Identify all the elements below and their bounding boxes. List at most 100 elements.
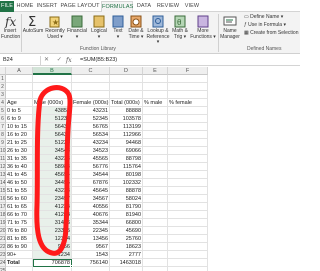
table-cell[interactable]: 43852: [33, 107, 72, 115]
table-cell[interactable]: Total: [6, 259, 33, 267]
table-cell[interactable]: 0 to 5: [6, 107, 33, 115]
table-cell[interactable]: % male: [143, 99, 168, 107]
table-cell[interactable]: [143, 179, 168, 187]
create-from-selection-button[interactable]: ▦ Create from Selection: [244, 30, 298, 37]
tab-view[interactable]: VIEW: [183, 1, 201, 12]
column-header-c[interactable]: C: [72, 67, 110, 75]
table-cell[interactable]: 80198: [110, 171, 143, 179]
table-cell[interactable]: 46 to 50: [6, 179, 33, 187]
table-cell[interactable]: [168, 155, 208, 163]
table-cell[interactable]: 69066: [110, 147, 143, 155]
table-cell[interactable]: 9056: [33, 243, 72, 251]
tab-data[interactable]: DATA: [135, 1, 153, 12]
table-cell[interactable]: Age: [6, 99, 33, 107]
insert-function-button[interactable]: fx Insert Function: [1, 14, 20, 40]
table-cell[interactable]: 35344: [72, 219, 110, 227]
fx-icon[interactable]: fx: [66, 56, 72, 65]
table-cell[interactable]: [72, 75, 110, 83]
table-cell[interactable]: [168, 259, 208, 267]
table-cell[interactable]: 56 to 60: [6, 195, 33, 203]
active-cell[interactable]: 706878: [33, 259, 72, 267]
table-cell[interactable]: [143, 187, 168, 195]
table-cell[interactable]: [143, 243, 168, 251]
table-cell[interactable]: 94468: [110, 139, 143, 147]
table-cell[interactable]: 45654: [33, 171, 72, 179]
table-cell[interactable]: [143, 115, 168, 123]
table-cell[interactable]: [72, 83, 110, 91]
table-cell[interactable]: [168, 147, 208, 155]
table-cell[interactable]: 23345: [33, 227, 72, 235]
table-cell[interactable]: [33, 75, 72, 83]
table-cell[interactable]: [143, 75, 168, 83]
table-cell[interactable]: 41 to 45: [6, 171, 33, 179]
recently-used-button[interactable]: ★ Recently Used ▾: [45, 14, 65, 40]
table-cell[interactable]: 40556: [72, 203, 110, 211]
table-cell[interactable]: [6, 75, 33, 83]
table-cell[interactable]: [143, 203, 168, 211]
table-cell[interactable]: [143, 171, 168, 179]
column-header-e[interactable]: E: [143, 67, 168, 75]
table-cell[interactable]: 52345: [72, 115, 110, 123]
table-cell[interactable]: 41264: [33, 211, 72, 219]
table-cell[interactable]: [143, 155, 168, 163]
table-cell[interactable]: [168, 91, 208, 99]
table-cell[interactable]: 56432: [33, 131, 72, 139]
table-cell[interactable]: 34456: [33, 179, 72, 187]
table-cell[interactable]: 34544: [72, 171, 110, 179]
table-cell[interactable]: 1543: [72, 251, 110, 259]
table-cell[interactable]: 81940: [110, 211, 143, 219]
table-cell[interactable]: 112966: [110, 131, 143, 139]
table-cell[interactable]: 23457: [33, 195, 72, 203]
table-cell[interactable]: 66 to 70: [6, 211, 33, 219]
table-cell[interactable]: [168, 251, 208, 259]
table-cell[interactable]: [110, 267, 143, 271]
table-cell[interactable]: [168, 139, 208, 147]
table-cell[interactable]: 56434: [33, 123, 72, 131]
table-cell[interactable]: 10 to 15: [6, 123, 33, 131]
fill-handle[interactable]: [70, 265, 73, 268]
table-cell[interactable]: 90+: [6, 251, 33, 259]
table-cell[interactable]: 51 to 55: [6, 187, 33, 195]
table-cell[interactable]: 36 to 40: [6, 163, 33, 171]
table-cell[interactable]: [168, 75, 208, 83]
table-cell[interactable]: 43231: [72, 107, 110, 115]
table-cell[interactable]: 25760: [110, 235, 143, 243]
table-cell[interactable]: [6, 267, 33, 271]
table-cell[interactable]: 43233: [33, 187, 72, 195]
table-cell[interactable]: [143, 195, 168, 203]
table-cell[interactable]: 2777: [110, 251, 143, 259]
table-cell[interactable]: [168, 83, 208, 91]
table-cell[interactable]: 45645: [72, 187, 110, 195]
table-cell[interactable]: 1463018: [110, 259, 143, 267]
table-cell[interactable]: 81 to 85: [6, 235, 33, 243]
table-cell[interactable]: 51233: [33, 115, 72, 123]
column-header-b[interactable]: B: [33, 67, 72, 75]
table-cell[interactable]: [6, 91, 33, 99]
table-cell[interactable]: [143, 251, 168, 259]
table-cell[interactable]: 16 to 20: [6, 131, 33, 139]
table-cell[interactable]: Total (000s): [110, 99, 143, 107]
table-cell[interactable]: 56776: [72, 163, 110, 171]
table-cell[interactable]: 71 to 75: [6, 219, 33, 227]
table-cell[interactable]: [143, 211, 168, 219]
table-cell[interactable]: [143, 107, 168, 115]
table-cell[interactable]: [143, 147, 168, 155]
table-cell[interactable]: [168, 179, 208, 187]
table-cell[interactable]: 13456: [72, 235, 110, 243]
table-cell[interactable]: 115764: [110, 163, 143, 171]
table-cell[interactable]: [168, 187, 208, 195]
table-cell[interactable]: 26 to 30: [6, 147, 33, 155]
table-cell[interactable]: 45565: [72, 155, 110, 163]
table-cell[interactable]: 6 to 9: [6, 115, 33, 123]
table-cell[interactable]: [110, 91, 143, 99]
table-cell[interactable]: 756140: [72, 259, 110, 267]
date-time-button[interactable]: Date & Time ▾: [127, 14, 145, 40]
table-cell[interactable]: [143, 235, 168, 243]
table-cell[interactable]: 31 to 35: [6, 155, 33, 163]
table-cell[interactable]: 88888: [110, 107, 143, 115]
table-cell[interactable]: 88878: [110, 187, 143, 195]
table-cell[interactable]: [72, 91, 110, 99]
table-cell[interactable]: [33, 91, 72, 99]
column-header-d[interactable]: D: [110, 67, 143, 75]
autosum-button[interactable]: Σ AutoSum: [22, 14, 44, 35]
